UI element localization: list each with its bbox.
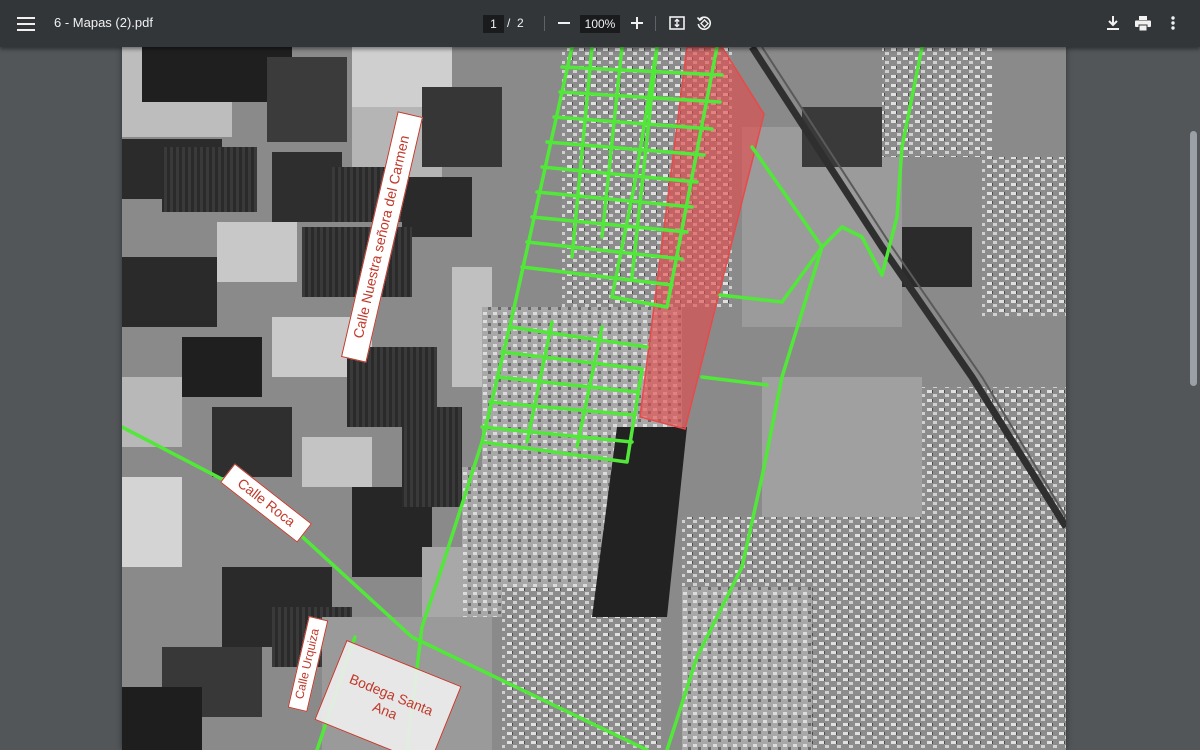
pdf-viewer[interactable]: Calle Nuestra señora del Carmen Calle Ro…	[0, 47, 1200, 750]
map-buildings	[122, 477, 182, 567]
map-houses	[682, 587, 812, 750]
print-icon[interactable]	[1132, 12, 1154, 34]
toolbar-divider	[544, 16, 545, 31]
zoom-out-icon[interactable]	[553, 12, 575, 34]
map-houses	[882, 47, 992, 157]
rotate-icon[interactable]	[693, 12, 715, 34]
toolbar-divider	[655, 16, 656, 31]
map-open-land	[762, 377, 922, 537]
zoom-level-input[interactable]	[580, 15, 620, 33]
page-separator: /	[507, 16, 511, 30]
satellite-map	[122, 47, 1066, 750]
zoom-in-icon[interactable]	[626, 12, 648, 34]
pdf-toolbar: 6 - Mapas (2).pdf / 2	[0, 0, 1200, 47]
pdf-page: Calle Nuestra señora del Carmen Calle Ro…	[122, 47, 1066, 750]
more-vert-icon[interactable]	[1162, 12, 1184, 34]
download-icon[interactable]	[1102, 12, 1124, 34]
fit-page-icon[interactable]	[666, 12, 688, 34]
document-title: 6 - Mapas (2).pdf	[54, 15, 153, 30]
scrollbar-thumb[interactable]	[1190, 131, 1197, 386]
menu-icon[interactable]	[10, 8, 42, 40]
vertical-scrollbar[interactable]	[1188, 47, 1200, 750]
map-houses	[982, 157, 1066, 317]
map-houses	[922, 387, 1066, 750]
page-total: 2	[517, 16, 524, 30]
page-number-input[interactable]	[483, 15, 504, 33]
